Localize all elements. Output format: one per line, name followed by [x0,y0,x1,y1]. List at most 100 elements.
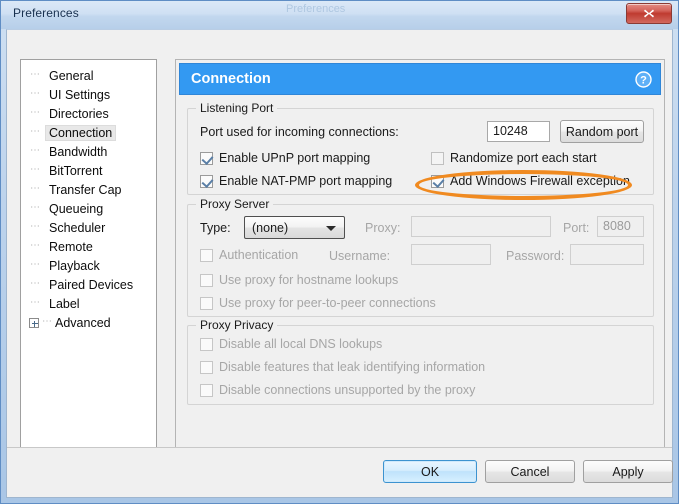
password-input[interactable] [570,244,644,265]
disable-leak-features-checkbox[interactable]: Disable features that leak identifying i… [200,360,485,374]
disable-dns-lookups-checkbox[interactable]: Disable all local DNS lookups [200,337,382,351]
page-title: Connection [191,71,271,87]
sidebar-item-label: UI Settings [49,87,111,102]
checkbox-box [200,337,213,351]
apply-button[interactable]: Apply [583,460,673,483]
sidebar-item-label: Advanced [55,315,111,330]
checkbox-label: Disable all local DNS lookups [219,337,383,351]
firewall-exception-checkbox[interactable]: Add Windows Firewall exception [431,174,630,188]
sidebar-item-label[interactable]: ⋯ Label [21,294,156,313]
checkbox-box [431,174,444,188]
sidebar-item-remote[interactable]: ⋯ Remote [21,237,156,256]
body-area: ⋯ General ⋯ UI Settings ⋯ Directories ⋯ … [7,30,672,471]
window-title-ghost: Preferences [286,3,346,15]
checkbox-box [200,174,213,188]
checkbox-label: Use proxy for hostname lookups [219,273,399,287]
window-title: Preferences [13,6,79,20]
checkbox-label: Disable features that leak identifying i… [219,360,486,374]
tree-line-icon: ⋯ [30,144,41,156]
sidebar-item-label: Queueing [49,201,104,216]
preferences-window: Preferences Preferences ⋯ General ⋯ UI S… [0,0,679,504]
sidebar-item-label: Bandwidth [49,144,108,159]
disable-unsupported-connections-checkbox[interactable]: Disable connections unsupported by the p… [200,383,475,397]
sidebar-item-general[interactable]: ⋯ General [21,66,156,85]
checkbox-label: Enable NAT-PMP port mapping [219,174,393,188]
checkbox-box [200,360,213,374]
sidebar-item-transfer-cap[interactable]: ⋯ Transfer Cap [21,180,156,199]
checkbox-box [200,151,213,165]
port-label: Port used for incoming connections: [200,125,399,139]
tree-line-icon: ⋯ [30,87,41,99]
proxy-host-label: Proxy: [365,221,401,235]
dialog-footer: OK Cancel Apply [7,447,673,497]
enable-upnp-checkbox[interactable]: Enable UPnP port mapping [200,151,370,165]
tree-line-icon: ⋯ [30,106,41,118]
checkbox-label: Use proxy for peer-to-peer connections [219,296,436,310]
title-bar: Preferences Preferences [1,1,678,29]
sidebar-item-advanced[interactable]: ⋯ Advanced [21,313,156,332]
sidebar-item-label: Remote [49,239,93,254]
proxy-port-input[interactable]: 8080 [597,216,644,237]
tree-line-icon: ⋯ [30,125,41,137]
sidebar-item-bandwidth[interactable]: ⋯ Bandwidth [21,142,156,161]
checkbox-box [431,151,444,165]
checkbox-label: Authentication [219,248,299,262]
checkbox-label: Enable UPnP port mapping [219,151,371,165]
checkbox-box [200,383,213,397]
sidebar-item-label: Label [49,296,80,311]
username-input[interactable] [411,244,491,265]
proxy-privacy-group: Proxy Privacy Disable all local DNS look… [187,318,654,405]
sidebar-item-connection[interactable]: ⋯ Connection [21,123,156,142]
group-title-listening-port: Listening Port [196,101,278,115]
question-mark-icon[interactable]: ? [635,71,652,88]
sidebar-item-playback[interactable]: ⋯ Playback [21,256,156,275]
checkbox-box [200,248,213,262]
proxy-hostname-lookups-checkbox[interactable]: Use proxy for hostname lookups [200,273,398,287]
checkbox-box [200,296,213,310]
randomize-port-checkbox[interactable]: Randomize port each start [431,151,597,165]
svg-text:?: ? [640,74,647,86]
tree-line-icon: ⋯ [30,239,41,251]
sidebar-item-label: Transfer Cap [49,182,122,197]
sidebar-item-paired-devices[interactable]: ⋯ Paired Devices [21,275,156,294]
sidebar-item-bittorrent[interactable]: ⋯ BitTorrent [21,161,156,180]
tree-line-icon: ⋯ [30,163,41,175]
group-title-proxy-privacy: Proxy Privacy [196,318,278,332]
sidebar-item-ui-settings[interactable]: ⋯ UI Settings [21,85,156,104]
connection-panel: Connection ? Listening Port Port used fo… [175,59,665,471]
proxy-host-input[interactable] [411,216,551,237]
expand-plus-icon[interactable] [29,317,39,328]
close-icon [644,9,654,18]
sidebar-item-queueing[interactable]: ⋯ Queueing [21,199,156,218]
panel-header: Connection ? [179,63,661,95]
proxy-server-group: Proxy Server Type: (none) Proxy: Port: 8… [187,197,654,317]
tree-line-icon: ⋯ [30,220,41,232]
checkbox-label: Randomize port each start [450,151,597,165]
ok-button[interactable]: OK [383,460,477,483]
client-area: ⋯ General ⋯ UI Settings ⋯ Directories ⋯ … [6,29,673,498]
sidebar-item-label: Playback [49,258,100,273]
checkbox-box [200,273,213,287]
authentication-checkbox[interactable]: Authentication [200,248,298,262]
sidebar-item-label: Directories [49,106,109,121]
settings-tree[interactable]: ⋯ General ⋯ UI Settings ⋯ Directories ⋯ … [20,59,157,471]
enable-natpmp-checkbox[interactable]: Enable NAT-PMP port mapping [200,174,392,188]
tree-line-icon: ⋯ [30,182,41,194]
tree-line-icon: ⋯ [30,258,41,270]
proxy-type-label: Type: [200,221,231,235]
tree-line-icon: ⋯ [30,277,41,289]
sidebar-item-scheduler[interactable]: ⋯ Scheduler [21,218,156,237]
sidebar-item-directories[interactable]: ⋯ Directories [21,104,156,123]
sidebar-item-label: Paired Devices [49,277,134,292]
port-input[interactable]: 10248 [487,121,550,142]
username-label: Username: [329,249,391,263]
random-port-button[interactable]: Random port [560,120,644,143]
sidebar-item-label: Connection [44,124,117,141]
proxy-type-value: (none) [252,220,289,235]
proxy-p2p-checkbox[interactable]: Use proxy for peer-to-peer connections [200,296,436,310]
close-button[interactable] [626,3,672,24]
cancel-button[interactable]: Cancel [485,460,575,483]
proxy-type-select[interactable]: (none) [244,216,345,239]
sidebar-item-label: BitTorrent [49,163,103,178]
password-label: Password: [506,249,565,263]
